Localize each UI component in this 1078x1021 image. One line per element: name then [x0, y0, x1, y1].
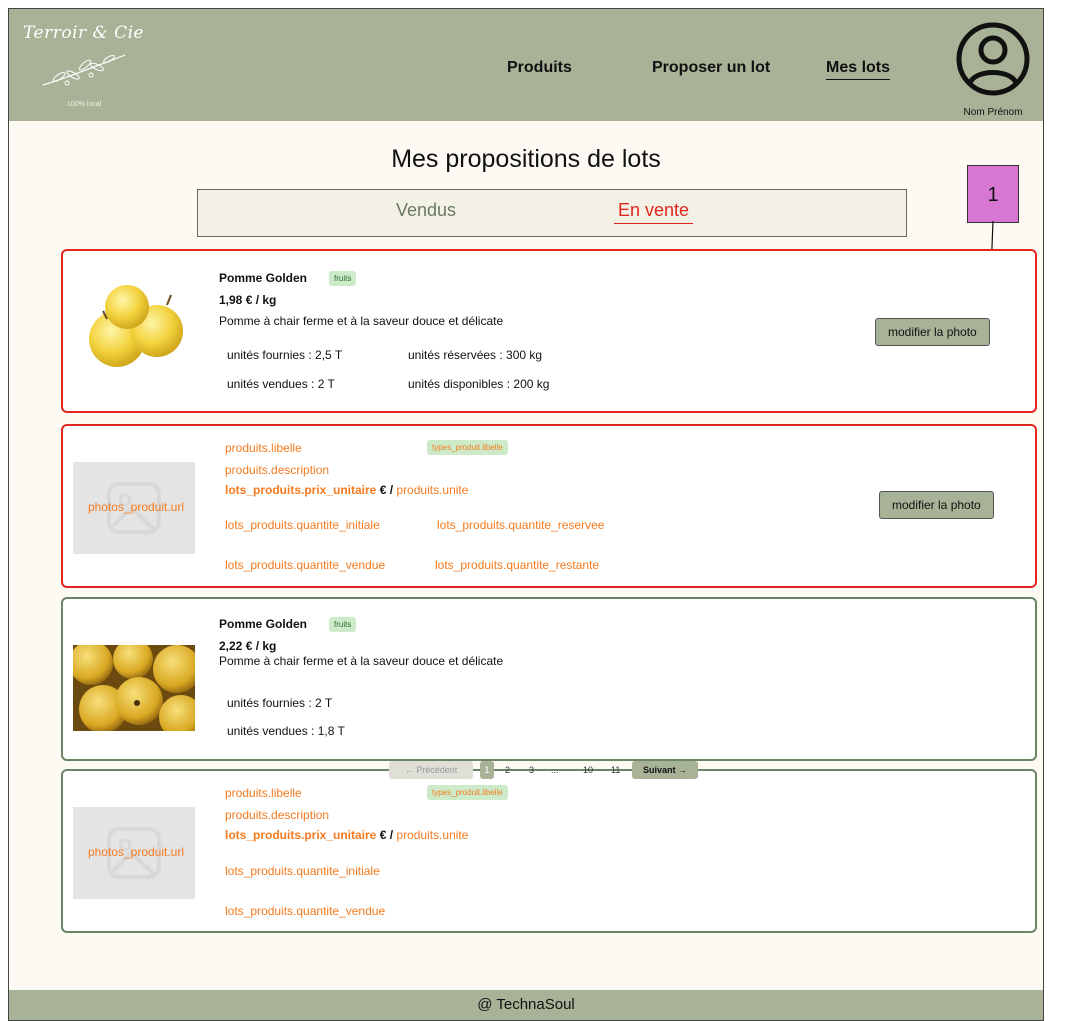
nav-produits[interactable]: Produits	[507, 59, 572, 77]
edit-photo-button[interactable]: modifier la photo	[879, 491, 994, 519]
units-sold: unités vendues : 1,8 T	[227, 724, 345, 738]
photo-url-field: photos_produit.url	[87, 845, 185, 859]
product-type-badge: fruits	[329, 271, 357, 286]
tab-en-vente[interactable]: En vente	[614, 200, 694, 224]
footer: @ TechnaSoul	[9, 990, 1043, 1020]
product-description-field: produits.description	[225, 463, 330, 477]
previous-page-button[interactable]: ← Précédent	[389, 761, 473, 779]
photo-url-field: photos_produit.url	[87, 500, 185, 514]
lot-card: Pomme Golden fruits 2,22 € / kg Pomme à …	[61, 597, 1037, 761]
currency-separator: € /	[379, 483, 394, 497]
page-ellipsis: ...	[551, 765, 559, 775]
page-1[interactable]: 1	[480, 761, 494, 779]
page-title: Mes propositions de lots	[391, 145, 661, 173]
unit-price: 2,22 € / kg	[219, 639, 277, 653]
photo-placeholder: photos_produit.url	[73, 807, 195, 899]
initial-quantity-field: lots_produits.quantite_initiale	[225, 518, 380, 532]
product-type-badge: fruits	[329, 617, 357, 632]
unit-field: produits.unite	[396, 483, 469, 497]
lot-card: Pomme Golden fruits 1,98 € / kg Pomme à …	[61, 249, 1037, 413]
page-10[interactable]: 10	[583, 761, 593, 779]
page-11[interactable]: 11	[611, 761, 620, 779]
unit-price-field: lots_produits.prix_unitaire	[225, 483, 377, 497]
product-photo	[89, 285, 183, 367]
units-reserved: unités réservées : 300 kg	[408, 348, 543, 362]
annotation-marker: 1	[967, 165, 1019, 223]
page-2[interactable]: 2	[505, 761, 510, 779]
product-name: Pomme Golden	[219, 271, 308, 285]
unit-price: 1,98 € / kg	[219, 293, 277, 307]
edit-photo-button[interactable]: modifier la photo	[875, 318, 990, 346]
reserved-quantity-field: lots_produits.quantite_reservee	[437, 518, 605, 532]
olive-branch-icon	[42, 54, 126, 86]
units-provided: unités fournies : 2 T	[227, 696, 333, 710]
product-description-field: produits.description	[225, 808, 330, 822]
product-description: Pomme à chair ferme et à la saveur douce…	[219, 654, 504, 668]
price-line: lots_produits.prix_unitaire € / produits…	[225, 483, 468, 497]
currency-separator: € /	[379, 828, 394, 842]
nav-mes-lots[interactable]: Mes lots	[826, 59, 891, 80]
app-frame: Terroir & Cie 100% local Produits Propos…	[8, 8, 1044, 1021]
initial-quantity-field: lots_produits.quantite_initiale	[225, 864, 380, 878]
logo-subtitle: 100% local	[67, 101, 102, 108]
units-sold: unités vendues : 2 T	[227, 377, 335, 391]
logo[interactable]: Terroir & Cie 100% local	[9, 9, 169, 121]
unit-price-field: lots_produits.prix_unitaire	[225, 828, 377, 842]
lot-card-template: photos_produit.url produits.libelle type…	[61, 769, 1037, 933]
product-type-badge: types_produit.libelle	[427, 440, 508, 455]
product-name-field: produits.libelle	[225, 786, 302, 800]
product-name-field: produits.libelle	[225, 441, 302, 455]
lot-card-template: photos_produit.url produits.libelle type…	[61, 424, 1037, 588]
sold-quantity-field: lots_produits.quantite_vendue	[225, 904, 386, 918]
price-line: lots_produits.prix_unitaire € / produits…	[225, 828, 468, 842]
sold-quantity-field: lots_produits.quantite_vendue	[225, 558, 386, 572]
units-available: unités disponibles : 200 kg	[408, 377, 550, 391]
unit-field: produits.unite	[396, 828, 469, 842]
remaining-quantity-field: lots_produits.quantite_restante	[435, 558, 600, 572]
units-provided: unités fournies : 2,5 T	[227, 348, 343, 362]
header: Terroir & Cie 100% local Produits Propos…	[9, 9, 1043, 121]
product-photo	[73, 645, 195, 731]
product-type-badge: types_produit.libelle	[427, 785, 508, 800]
logo-title: Terroir & Cie	[23, 23, 145, 43]
next-page-button[interactable]: Suivant →	[632, 761, 698, 779]
page-3[interactable]: 3	[529, 761, 534, 779]
user-name: Nom Prénom	[963, 107, 1023, 118]
tab-vendus[interactable]: Vendus	[396, 200, 456, 221]
nav-proposer-un-lot[interactable]: Proposer un lot	[652, 59, 770, 77]
user-profile[interactable]: Nom Prénom	[943, 21, 1043, 121]
product-description: Pomme à chair ferme et à la saveur douce…	[219, 314, 504, 328]
product-name: Pomme Golden	[219, 617, 308, 631]
tab-bar: Vendus En vente	[197, 189, 907, 237]
user-avatar-icon	[956, 22, 1030, 96]
photo-placeholder: photos_produit.url	[73, 462, 195, 554]
